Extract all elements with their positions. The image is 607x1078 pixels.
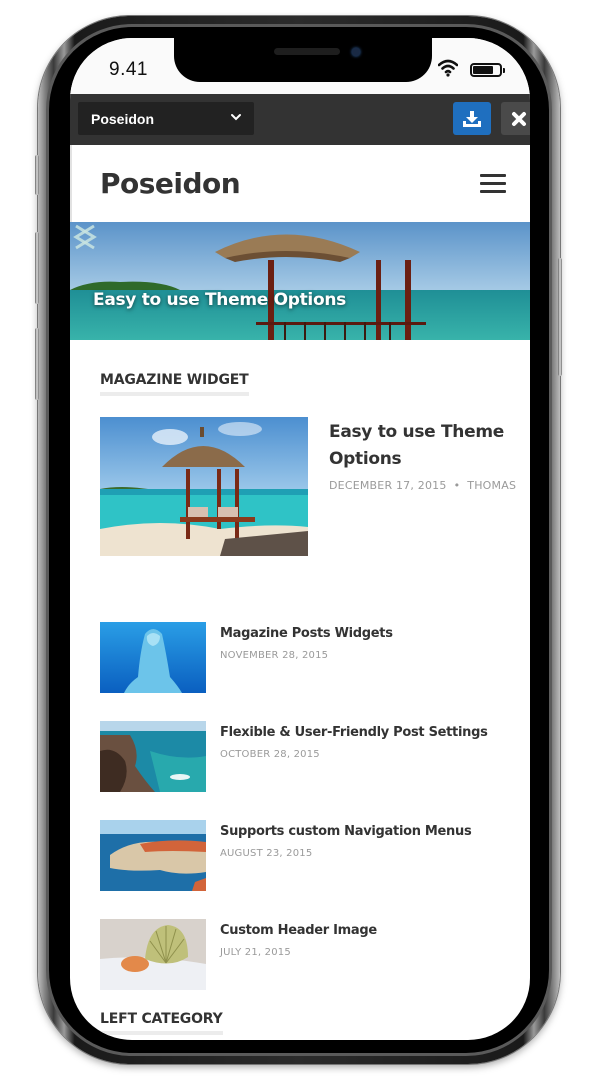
status-time: 9.41 (109, 59, 148, 80)
list-item: Custom Header Image JULY 21, 2015 (100, 919, 520, 991)
theme-preview-toolbar: Poseidon (70, 94, 530, 145)
coastal-city-image (100, 820, 206, 891)
slide-next-arrow[interactable] (70, 222, 100, 252)
slide-image (70, 222, 530, 340)
post-date[interactable]: OCTOBER 28, 2015 (220, 749, 320, 760)
chevron-down-icon (231, 114, 241, 121)
post-thumbnail[interactable] (100, 919, 206, 990)
post-date[interactable]: NOVEMBER 28, 2015 (220, 650, 328, 661)
post-title[interactable]: Magazine Posts Widgets (220, 626, 393, 641)
notch (174, 38, 432, 82)
magazine-widget-title: MAGAZINE WIDGET (100, 372, 249, 396)
post-title[interactable]: Custom Header Image (220, 923, 377, 938)
rocky-coast-image (100, 721, 206, 792)
site-header: Poseidon (70, 145, 530, 222)
list-item: Magazine Posts Widgets NOVEMBER 28, 2015 (100, 622, 520, 694)
slide-caption[interactable]: Easy to use Theme Options (93, 290, 346, 310)
featured-slider: Easy to use Theme Options (70, 222, 530, 340)
post-thumbnail[interactable] (100, 721, 206, 792)
post-title[interactable]: Supports custom Navigation Menus (220, 824, 472, 839)
list-item: Supports custom Navigation Menus AUGUST … (100, 820, 520, 892)
hamburger-menu-icon[interactable] (480, 174, 506, 194)
theme-select-dropdown[interactable]: Poseidon (78, 102, 254, 135)
post-date[interactable]: AUGUST 23, 2015 (220, 848, 312, 859)
featured-post-meta: DECEMBER 17, 2015 • THOMAS (329, 479, 516, 492)
power-button (558, 258, 562, 376)
download-button[interactable] (453, 102, 491, 135)
dolphin-image (100, 622, 206, 693)
wifi-icon (438, 59, 458, 77)
featured-post-title[interactable]: Easy to use Theme Options (329, 419, 519, 473)
theme-select-value: Poseidon (91, 110, 155, 127)
beach-gazebo-image (100, 417, 308, 556)
front-camera (352, 48, 360, 56)
featured-post-date[interactable]: DECEMBER 17, 2015 (329, 479, 447, 492)
close-icon (512, 111, 526, 126)
volume-up-button (35, 232, 39, 304)
featured-post-author[interactable]: THOMAS (467, 479, 516, 492)
mute-switch (35, 155, 39, 195)
meta-separator: • (453, 479, 461, 492)
post-title[interactable]: Flexible & User-Friendly Post Settings (220, 725, 488, 740)
site-title[interactable]: Poseidon (100, 167, 241, 200)
download-icon (463, 110, 481, 127)
phone-screen: 9.41 Poseidon Poseidon Easy to use Theme… (70, 38, 530, 1040)
close-button[interactable] (501, 102, 530, 135)
left-category-title: LEFT CATEGORY (100, 1011, 223, 1035)
post-thumbnail[interactable] (100, 622, 206, 693)
battery-icon (470, 63, 505, 77)
list-item: Flexible & User-Friendly Post Settings O… (100, 721, 520, 793)
featured-post-image[interactable] (100, 417, 308, 556)
status-bar: 9.41 (70, 38, 530, 94)
post-date[interactable]: JULY 21, 2015 (220, 947, 291, 958)
speaker (274, 48, 340, 55)
seashell-image (100, 919, 206, 990)
post-thumbnail[interactable] (100, 820, 206, 891)
volume-down-button (35, 328, 39, 400)
